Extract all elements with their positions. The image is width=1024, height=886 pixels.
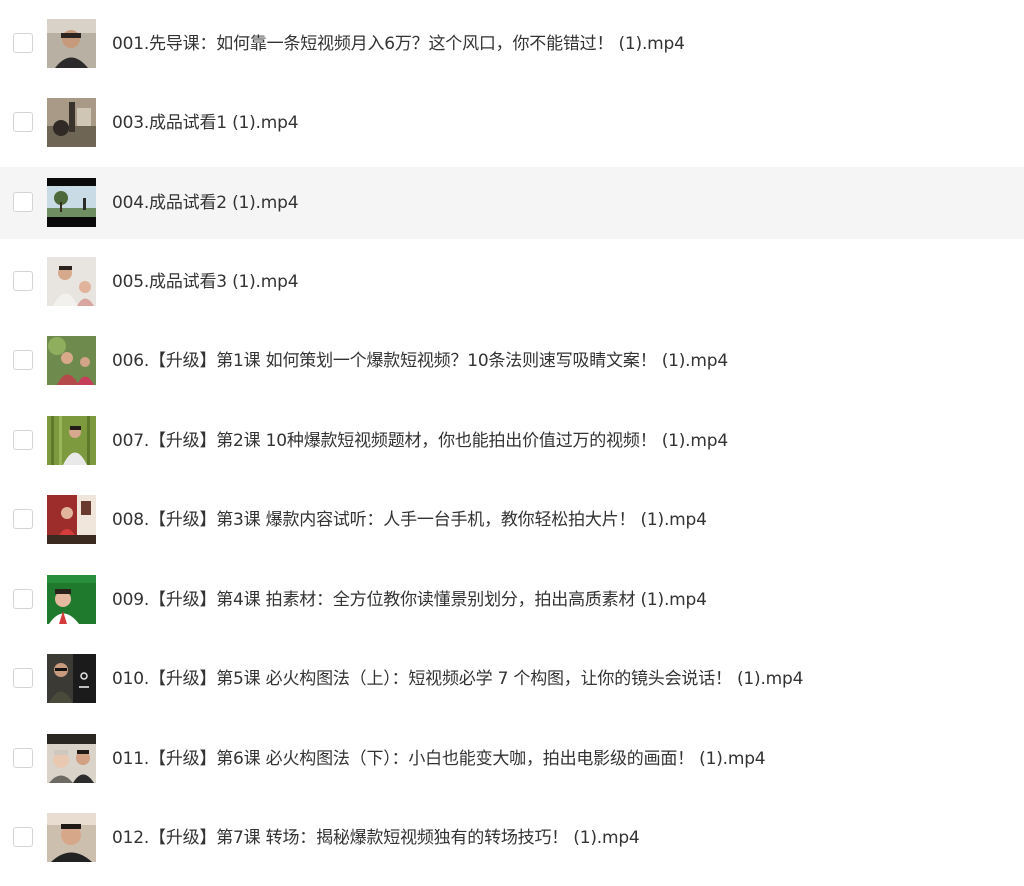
video-thumbnail-icon[interactable] [47,813,96,862]
video-thumbnail-icon[interactable] [47,178,96,227]
file-row[interactable]: 004.成品试看2 (1).mp4 [0,167,1024,239]
file-row[interactable]: 005.成品试看3 (1).mp4 [0,246,1024,318]
file-name[interactable]: 012.【升级】第7课 转场：揭秘爆款短视频独有的转场技巧！ (1).mp4 [112,802,640,874]
file-checkbox[interactable] [13,748,33,768]
video-thumbnail-icon[interactable] [47,98,96,147]
video-thumbnail-icon[interactable] [47,495,96,544]
file-row[interactable]: 010.【升级】第5课 必火构图法（上）：短视频必学 7 个构图，让你的镜头会说… [0,643,1024,715]
file-name[interactable]: 008.【升级】第3课 爆款内容试听：人手一台手机，教你轻松拍大片！ (1).m… [112,484,707,556]
file-row[interactable]: 007.【升级】第2课 10种爆款短视频题材，你也能拍出价值过万的视频！ (1)… [0,405,1024,477]
file-checkbox[interactable] [13,668,33,688]
file-row[interactable]: 006.【升级】第1课 如何策划一个爆款短视频？10条法则速写吸睛文案！ (1)… [0,325,1024,397]
file-list: 001.先导课：如何靠一条短视频月入6万？这个风口，你不能错过！ (1).mp4… [0,0,1024,886]
file-name[interactable]: 009.【升级】第4课 拍素材：全方位教你读懂景别划分，拍出高质素材 (1).m… [112,564,707,636]
file-checkbox[interactable] [13,112,33,132]
file-name[interactable]: 011.【升级】第6课 必火构图法（下）：小白也能变大咖，拍出电影级的画面！ (… [112,723,766,795]
video-thumbnail-icon[interactable] [47,575,96,624]
video-thumbnail-icon[interactable] [47,257,96,306]
file-name[interactable]: 007.【升级】第2课 10种爆款短视频题材，你也能拍出价值过万的视频！ (1)… [112,405,728,477]
file-name[interactable]: 003.成品试看1 (1).mp4 [112,87,299,159]
file-checkbox[interactable] [13,350,33,370]
video-thumbnail-icon[interactable] [47,734,96,783]
file-row[interactable]: 012.【升级】第7课 转场：揭秘爆款短视频独有的转场技巧！ (1).mp4 [0,802,1024,874]
file-checkbox[interactable] [13,509,33,529]
file-checkbox[interactable] [13,827,33,847]
file-row[interactable]: 008.【升级】第3课 爆款内容试听：人手一台手机，教你轻松拍大片！ (1).m… [0,484,1024,556]
file-name[interactable]: 006.【升级】第1课 如何策划一个爆款短视频？10条法则速写吸睛文案！ (1)… [112,325,728,397]
video-thumbnail-icon[interactable] [47,654,96,703]
file-checkbox[interactable] [13,430,33,450]
file-checkbox[interactable] [13,271,33,291]
file-row[interactable]: 001.先导课：如何靠一条短视频月入6万？这个风口，你不能错过！ (1).mp4 [0,8,1024,80]
file-row[interactable]: 003.成品试看1 (1).mp4 [0,87,1024,159]
file-checkbox[interactable] [13,192,33,212]
file-row[interactable]: 011.【升级】第6课 必火构图法（下）：小白也能变大咖，拍出电影级的画面！ (… [0,723,1024,795]
video-thumbnail-icon[interactable] [47,336,96,385]
file-name[interactable]: 010.【升级】第5课 必火构图法（上）：短视频必学 7 个构图，让你的镜头会说… [112,643,803,715]
file-name[interactable]: 004.成品试看2 (1).mp4 [112,167,299,239]
file-row[interactable]: 009.【升级】第4课 拍素材：全方位教你读懂景别划分，拍出高质素材 (1).m… [0,564,1024,636]
file-name[interactable]: 005.成品试看3 (1).mp4 [112,246,299,318]
file-checkbox[interactable] [13,589,33,609]
video-thumbnail-icon[interactable] [47,416,96,465]
file-checkbox[interactable] [13,33,33,53]
file-name[interactable]: 001.先导课：如何靠一条短视频月入6万？这个风口，你不能错过！ (1).mp4 [112,8,685,80]
video-thumbnail-icon[interactable] [47,19,96,68]
